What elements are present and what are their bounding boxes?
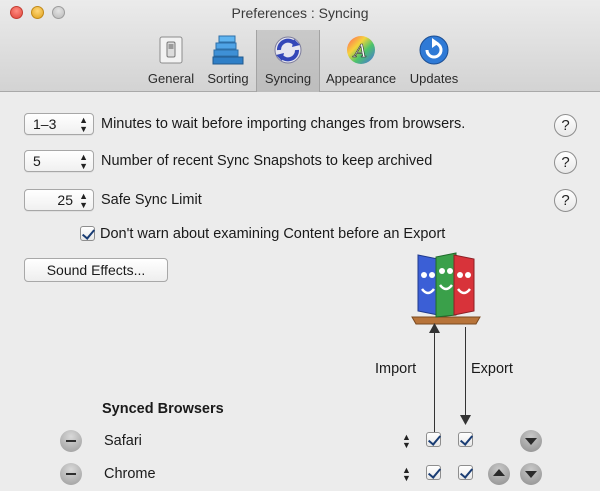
syncing-arrows-icon — [274, 36, 302, 64]
tab-updates-label: Updates — [409, 71, 459, 86]
chrome-order-stepper[interactable]: ▲ ▼ — [402, 466, 411, 483]
export-arrow-down-icon — [460, 415, 471, 425]
chrome-move-up-button[interactable] — [488, 463, 510, 485]
popup-arrows-icon: ▲ ▼ — [79, 191, 88, 210]
tab-general[interactable]: General — [142, 30, 200, 92]
export-arrow-line — [465, 327, 466, 417]
browser-name-chrome: Chrome — [104, 466, 156, 482]
title-bar: Preferences : Syncing General Sorting Sy… — [0, 0, 600, 92]
tab-updates[interactable]: Updates — [402, 30, 466, 92]
help-snapshots-button[interactable]: ? — [554, 151, 577, 174]
window-title: Preferences : Syncing — [231, 5, 369, 21]
safari-export-checkbox[interactable] — [458, 432, 473, 447]
svg-text:A: A — [352, 41, 367, 62]
import-arrow-line — [434, 331, 435, 436]
wait-minutes-label: Minutes to wait before importing changes… — [101, 116, 466, 132]
wait-minutes-popup[interactable]: 1–3 ▲ ▼ — [24, 113, 94, 135]
synced-browsers-title: Synced Browsers — [102, 401, 224, 417]
preferences-toolbar: General Sorting Syncing A Appearance Upd… — [142, 30, 466, 92]
safe-sync-limit-popup[interactable]: 25 ▲ ▼ — [24, 189, 94, 211]
snapshots-label: Number of recent Sync Snapshots to keep … — [101, 153, 433, 169]
help-safe-sync-button[interactable]: ? — [554, 189, 577, 212]
sound-effects-button[interactable]: Sound Effects... — [24, 258, 168, 282]
dont-warn-checkbox[interactable] — [80, 226, 95, 241]
tab-appearance-label: Appearance — [325, 71, 397, 86]
syncing-pane: 1–3 ▲ ▼ Minutes to wait before importing … — [0, 93, 600, 491]
safari-import-checkbox[interactable] — [426, 432, 441, 447]
safe-sync-limit-value: 25 — [57, 192, 73, 208]
wait-minutes-value: 1–3 — [33, 116, 57, 132]
export-column-label: Export — [471, 361, 513, 377]
chrome-move-down-button[interactable] — [520, 463, 542, 485]
color-wheel-icon: A — [347, 36, 375, 64]
safe-sync-limit-label: Safe Sync Limit — [101, 192, 202, 208]
snapshots-popup[interactable]: 5 ▲ ▼ — [24, 150, 94, 172]
import-column-label: Import — [375, 361, 417, 377]
snapshots-value: 5 — [33, 153, 41, 169]
browser-name-safari: Safari — [104, 433, 142, 449]
remove-safari-button[interactable] — [60, 430, 82, 452]
tab-syncing[interactable]: Syncing — [256, 30, 320, 92]
tab-appearance[interactable]: A Appearance — [320, 30, 402, 92]
sorting-stack-icon — [212, 35, 244, 65]
tab-sorting-label: Sorting — [207, 71, 249, 86]
popup-arrows-icon: ▲ ▼ — [79, 152, 88, 171]
safari-order-stepper[interactable]: ▲ ▼ — [402, 433, 411, 450]
remove-chrome-button[interactable] — [60, 463, 82, 485]
preferences-window: Preferences : Syncing General Sorting Sy… — [0, 0, 600, 491]
general-switch-icon — [159, 36, 183, 64]
chrome-export-checkbox[interactable] — [458, 465, 473, 480]
dont-warn-label: Don't warn about examining Content befor… — [100, 226, 446, 242]
safari-move-down-button[interactable] — [520, 430, 542, 452]
popup-arrows-icon: ▲ ▼ — [79, 115, 88, 134]
masks-sync-logo-icon — [411, 252, 481, 325]
help-wait-button[interactable]: ? — [554, 114, 577, 137]
tab-general-label: General — [147, 71, 195, 86]
tab-syncing-label: Syncing — [264, 71, 312, 86]
chrome-import-checkbox[interactable] — [426, 465, 441, 480]
tab-sorting[interactable]: Sorting — [200, 30, 256, 92]
import-arrow-up-icon — [429, 323, 440, 333]
updates-icon — [419, 35, 449, 65]
